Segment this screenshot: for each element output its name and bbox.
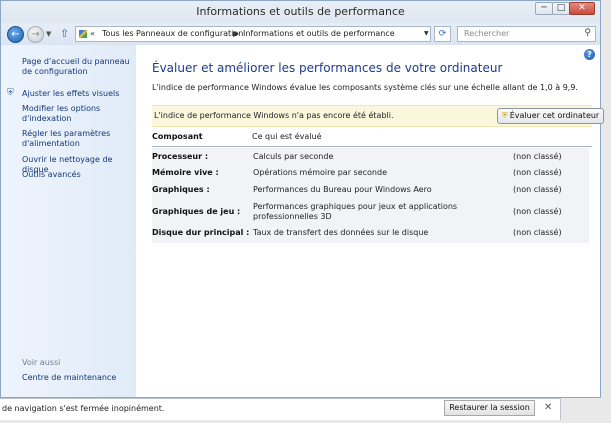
search-input[interactable]: Rechercher ⚲ <box>457 26 596 42</box>
restore-session-button[interactable]: Restaurer la session <box>444 400 535 416</box>
dismiss-close-icon[interactable]: ✕ <box>544 402 552 413</box>
row-name: Graphiques : <box>152 185 210 194</box>
sidebar-item-power[interactable]: Régler les paramètres d'alimentation <box>22 129 134 149</box>
row-status: (non classé) <box>513 228 562 237</box>
navigation-bar: ← → ▼ ⇧ « Tous les Panneaux de configura… <box>1 23 600 45</box>
row-description: Calculs par seconde <box>253 152 334 161</box>
sidebar-item-advanced-tools[interactable]: Outils avancés <box>22 170 134 180</box>
evaluate-computer-button[interactable]: ⛨ Évaluer cet ordinateur <box>497 108 604 124</box>
recent-pages-icon[interactable]: ▼ <box>46 30 51 38</box>
crash-message: de navigation s'est fermée inopinément. <box>2 404 165 413</box>
notice-text: L'indice de performance Windows n'a pas … <box>154 111 394 120</box>
back-button[interactable]: ← <box>7 26 24 43</box>
breadcrumb-separator-icon[interactable]: ▶ <box>233 29 239 38</box>
close-button[interactable]: ✕ <box>569 2 595 15</box>
search-placeholder: Rechercher <box>464 29 510 38</box>
search-icon[interactable]: ⚲ <box>584 28 591 38</box>
row-description: Performances graphiques pour jeux et app… <box>253 202 458 221</box>
forward-button[interactable]: → <box>27 26 44 43</box>
address-dropdown-icon[interactable]: ▼ <box>424 30 429 37</box>
page-title: Évaluer et améliorer les performances de… <box>152 61 503 75</box>
session-restore-notification: de navigation s'est fermée inopinément. … <box>0 398 561 420</box>
uac-shield-icon: ⛨ <box>501 111 508 120</box>
sidebar-item-maintenance-center[interactable]: Centre de maintenance <box>22 373 134 383</box>
window-title: Informations et outils de performance <box>196 5 405 18</box>
performance-window: Informations et outils de performance ─ … <box>0 0 604 398</box>
row-name: Processeur : <box>152 152 209 161</box>
control-panel-icon <box>79 30 87 38</box>
sidebar-item-visual-effects[interactable]: Ajuster les effets visuels <box>22 89 134 99</box>
breadcrumb-performance[interactable]: Informations et outils de performance <box>243 29 395 38</box>
row-description: Performances du Bureau pour Windows Aero <box>253 185 432 194</box>
intro-text: L'indice de performance Windows évalue l… <box>152 83 578 92</box>
main-content: ? Évaluer et améliorer les performances … <box>136 45 604 397</box>
title-bar[interactable]: Informations et outils de performance ─ … <box>1 1 600 23</box>
notice-bar: L'indice de performance Windows n'a pas … <box>152 105 604 127</box>
maximize-button[interactable]: □ <box>552 2 570 15</box>
shield-icon: ⛨ <box>7 88 14 98</box>
help-icon[interactable]: ? <box>584 49 595 60</box>
breadcrumb-all-control-panel[interactable]: Tous les Panneaux de configuration <box>102 29 243 38</box>
refresh-button[interactable]: ⟳ <box>434 26 451 42</box>
column-header-component: Composant <box>152 132 203 141</box>
row-name: Mémoire vive : <box>152 168 219 177</box>
row-status: (non classé) <box>513 152 562 161</box>
sidebar-item-indexing[interactable]: Modifier les options d'indexation <box>22 104 134 124</box>
sidebar-item-control-panel-home[interactable]: Page d'accueil du panneau de configurati… <box>22 57 134 77</box>
row-name: Disque dur principal : <box>152 228 250 237</box>
breadcrumb-overflow-icon[interactable]: « <box>90 29 95 38</box>
row-status: (non classé) <box>513 207 562 216</box>
row-status: (non classé) <box>513 168 562 177</box>
see-also-heading: Voir aussi <box>22 358 61 367</box>
sidebar: Page d'accueil du panneau de configurati… <box>1 45 136 397</box>
column-header-evaluated: Ce qui est évalué <box>252 132 322 141</box>
row-description: Opérations mémoire par seconde <box>253 168 387 177</box>
row-status: (non classé) <box>513 185 562 194</box>
row-description: Taux de transfert des données sur le dis… <box>253 228 429 237</box>
header-divider <box>152 146 592 147</box>
row-name: Graphiques de jeu : <box>152 207 241 216</box>
address-bar[interactable]: « Tous les Panneaux de configuration ▶ I… <box>75 26 431 42</box>
evaluate-button-label: Évaluer cet ordinateur <box>509 111 600 120</box>
minimize-button[interactable]: ─ <box>535 2 553 15</box>
table-header: Composant Ce qui est évalué <box>152 132 592 146</box>
up-arrow-icon[interactable]: ⇧ <box>60 27 69 40</box>
